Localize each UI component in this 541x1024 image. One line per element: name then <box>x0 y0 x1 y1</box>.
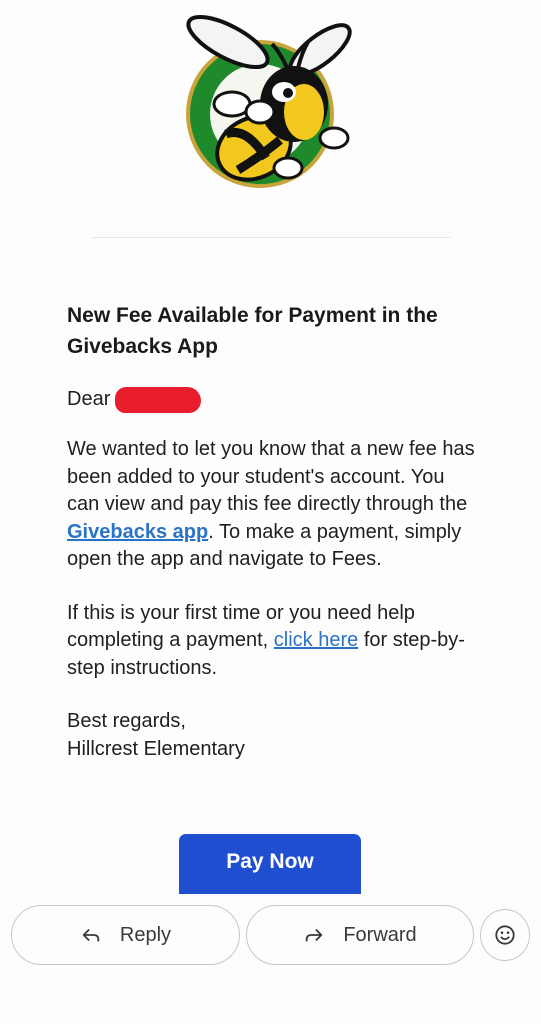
pay-now-button[interactable]: Pay Now <box>179 834 361 894</box>
paragraph1-text: We wanted to let you know that a new fee… <box>67 438 475 515</box>
email-body: New Fee Available for Payment in the Giv… <box>67 300 487 763</box>
reply-icon <box>82 928 100 942</box>
reply-button[interactable]: Reply <box>11 905 240 965</box>
greeting: Dear <box>67 385 487 413</box>
header-divider <box>92 237 450 238</box>
reply-label: Reply <box>119 923 172 946</box>
signoff: Best regards, <box>67 710 186 732</box>
redacted-name <box>115 387 201 413</box>
forward-button[interactable]: Forward <box>246 905 474 965</box>
smiley-icon <box>495 925 515 945</box>
email-screen: New Fee Available for Payment in the Giv… <box>0 0 541 1024</box>
paragraph-help: If this is your first time or you need h… <box>67 600 477 683</box>
email-title: New Fee Available for Payment in the Giv… <box>67 304 438 358</box>
emoji-reaction-button[interactable] <box>480 909 530 961</box>
givebacks-app-link[interactable]: Givebacks app <box>67 521 208 543</box>
paragraph-fee-notice: We wanted to let you know that a new fee… <box>67 436 477 574</box>
signature: Best regards, Hillcrest Elementary <box>67 708 487 763</box>
greeting-text: Dear <box>67 388 111 410</box>
hornet-mascot-logo <box>186 14 352 188</box>
forward-label: Forward <box>343 923 417 946</box>
click-here-link[interactable]: click here <box>274 629 358 651</box>
sender-name: Hillcrest Elementary <box>67 737 245 760</box>
forward-icon <box>306 928 323 942</box>
